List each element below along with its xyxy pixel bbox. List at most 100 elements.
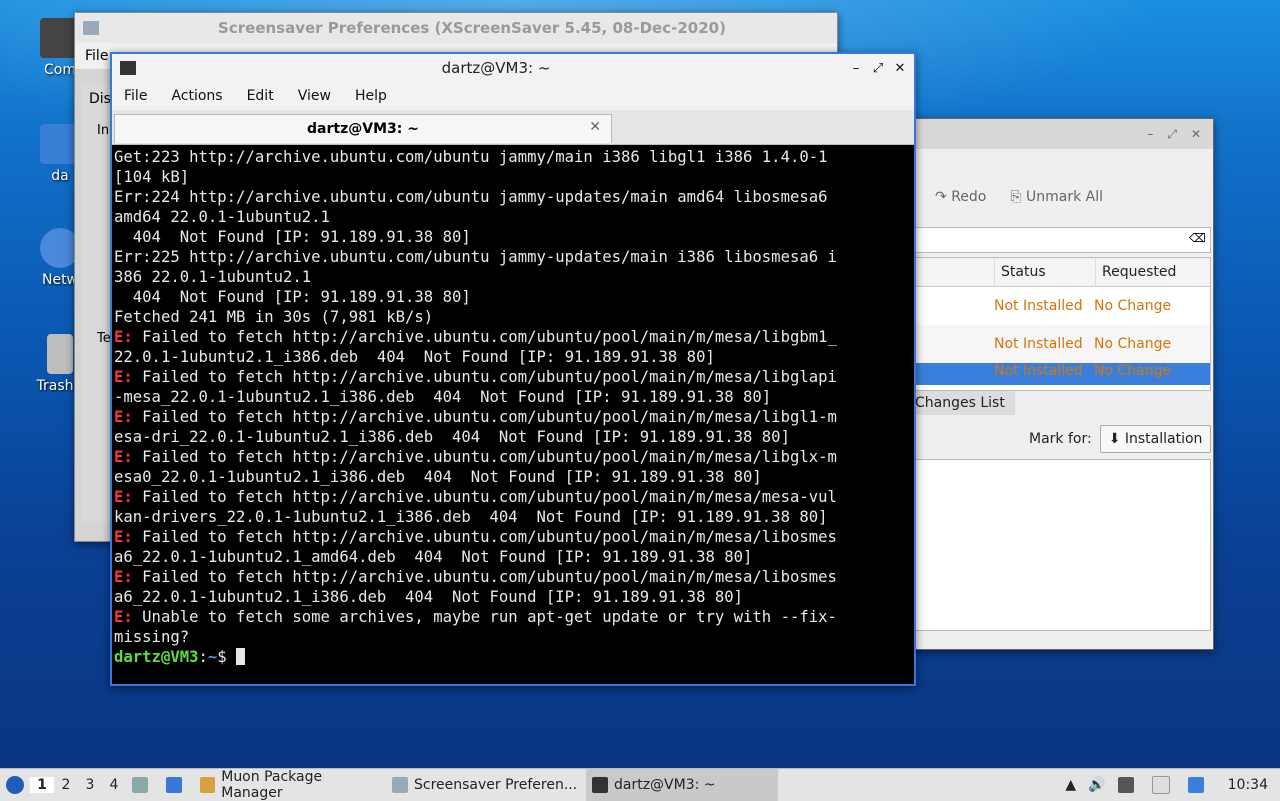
workspace-3[interactable]: 3 — [78, 777, 102, 793]
line-text: Failed to fetch http://archive.ubuntu.co… — [132, 528, 837, 546]
terminal-line: E: Failed to fetch http://archive.ubuntu… — [114, 327, 914, 347]
task-label: Screensaver Preferen... — [414, 777, 578, 793]
tray-arrow[interactable]: ▲ — [1059, 769, 1082, 801]
muon-window[interactable]: – ⤢ ✕ ↷ Redo ⎘ Unmark All ⌫ Status Reque… — [900, 118, 1214, 650]
terminal-tabbar: dartz@VM3: ~ ✕ — [112, 110, 914, 145]
close-icon[interactable]: ✕ — [892, 61, 908, 76]
terminal-tab[interactable]: dartz@VM3: ~ ✕ — [114, 114, 612, 143]
terminal-line: a6_22.0.1-1ubuntu2.1_amd64.deb 404 Not F… — [114, 547, 914, 567]
col-name[interactable] — [916, 258, 994, 286]
clipboard-tray[interactable] — [1146, 769, 1182, 801]
network-tray[interactable] — [1112, 769, 1146, 801]
terminal-line: Err:225 http://archive.ubuntu.com/ubuntu… — [114, 247, 914, 267]
search-input[interactable]: ⌫ — [915, 227, 1211, 253]
terminal-menubar: File Actions Edit View Help — [112, 82, 914, 110]
task-label: Muon Package Manager — [221, 769, 323, 801]
screensaver-titlebar[interactable]: Screensaver Preferences (XScreenSaver 5.… — [75, 13, 837, 43]
menu-actions[interactable]: Actions — [159, 88, 234, 104]
volume-button[interactable]: 🔊 — [1082, 769, 1111, 801]
close-icon[interactable]: ✕ — [1191, 127, 1201, 141]
task-label: dartz@VM3: ~ — [614, 777, 716, 793]
line-text: 386 22.0.1-1ubuntu2.1 — [114, 268, 312, 286]
muon-icon — [200, 777, 216, 793]
menu-file[interactable]: File — [85, 48, 108, 64]
terminal-line: E: Failed to fetch http://archive.ubuntu… — [114, 487, 914, 507]
terminal-line: Err:224 http://archive.ubuntu.com/ubuntu… — [114, 187, 914, 207]
tab-changes-list[interactable]: Changes List — [901, 391, 1015, 415]
row-status: Not Installed — [994, 336, 1083, 352]
screensaver-icon — [392, 777, 408, 793]
error-prefix: E: — [114, 528, 133, 546]
terminal-line: E: Failed to fetch http://archive.ubuntu… — [114, 527, 914, 547]
start-menu-button[interactable] — [0, 769, 30, 801]
muon-titlebar[interactable]: – ⤢ ✕ — [901, 119, 1213, 149]
updates-tray[interactable] — [1182, 769, 1216, 801]
tab-display[interactable]: Dis — [89, 91, 111, 107]
row-requested: No Change — [1094, 363, 1172, 379]
error-prefix: E: — [114, 368, 133, 386]
table-row-selected[interactable]: Not Installed No Change — [916, 363, 1210, 385]
clock[interactable]: 10:34 — [1216, 769, 1280, 801]
menu-edit[interactable]: Edit — [235, 88, 286, 104]
error-prefix: E: — [114, 408, 133, 426]
terminal-output[interactable]: Get:223 http://archive.ubuntu.com/ubuntu… — [112, 145, 914, 667]
menu-help[interactable]: Help — [343, 88, 399, 104]
row-status: Not Installed — [994, 298, 1083, 314]
line-text: Failed to fetch http://archive.ubuntu.co… — [132, 448, 837, 466]
task-terminal[interactable]: dartz@VM3: ~ — [586, 769, 778, 801]
screensaver-title: Screensaver Preferences (XScreenSaver 5.… — [218, 19, 726, 37]
muon-toolbar: ↷ Redo ⎘ Unmark All — [935, 189, 1103, 205]
terminal-line: esa-dri_22.0.1-1ubuntu2.1_i386.deb 404 N… — [114, 427, 914, 447]
terminal-line: 404 Not Found [IP: 91.189.91.38 80] — [114, 287, 914, 307]
desktop-icon-label: da — [51, 168, 69, 184]
prompt-user: dartz@VM3 — [114, 648, 199, 666]
col-status[interactable]: Status — [994, 258, 1095, 286]
prompt-dir: ~ — [207, 648, 218, 666]
line-text: esa0_22.0.1-1ubuntu2.1_i386.deb 404 Not … — [114, 468, 762, 486]
redo-icon: ↷ — [935, 189, 947, 205]
terminal-app-icon — [120, 61, 136, 75]
line-text: kan-drivers_22.0.1-1ubuntu2.1_i386.deb 4… — [114, 508, 828, 526]
terminal-window[interactable]: dartz@VM3: ~ – ⤢ ✕ File Actions Edit Vie… — [110, 52, 916, 686]
workspace-4[interactable]: 4 — [102, 777, 126, 793]
mark-for-value: Installation — [1124, 431, 1203, 447]
terminal-line: E: Failed to fetch http://archive.ubuntu… — [114, 367, 914, 387]
col-requested[interactable]: Requested — [1095, 258, 1202, 286]
network-icon — [1117, 777, 1134, 793]
terminal-line: missing? — [114, 627, 914, 647]
unmark-all-button[interactable]: ⎘ Unmark All — [1010, 189, 1103, 205]
task-screensaver[interactable]: Screensaver Preferen... — [386, 769, 586, 801]
launcher-button[interactable] — [160, 769, 194, 801]
shell-prompt[interactable]: dartz@VM3:~$ — [114, 647, 914, 667]
line-text: Err:224 http://archive.ubuntu.com/ubuntu… — [114, 188, 828, 206]
line-text: Failed to fetch http://archive.ubuntu.co… — [132, 328, 837, 346]
redo-button[interactable]: ↷ Redo — [935, 189, 986, 205]
desktop-icon-label: Com — [44, 62, 76, 78]
mark-for-button[interactable]: ⬇ Installation — [1099, 425, 1212, 453]
line-text: [104 kB] — [114, 168, 190, 186]
menu-file[interactable]: File — [112, 88, 159, 104]
taskbar: 1 2 3 4 Muon Package Manager Screensaver… — [0, 768, 1280, 801]
line-text: Failed to fetch http://archive.ubuntu.co… — [132, 408, 837, 426]
minimize-icon[interactable]: – — [848, 61, 864, 76]
package-table[interactable]: Status Requested Not Installed No Change… — [915, 257, 1211, 391]
terminal-line: [104 kB] — [114, 167, 914, 187]
maximize-icon[interactable]: ⤢ — [870, 61, 886, 76]
up-arrow-icon: ▲ — [1065, 777, 1077, 793]
workspace-1[interactable]: 1 — [30, 777, 54, 793]
table-row[interactable]: Not Installed No Change — [916, 325, 1210, 363]
task-muon[interactable]: Muon Package Manager — [194, 769, 386, 801]
line-text: Err:225 http://archive.ubuntu.com/ubuntu… — [114, 248, 837, 266]
maximize-icon[interactable]: ⤢ — [1167, 127, 1177, 142]
minimize-icon[interactable]: – — [1147, 127, 1153, 141]
close-tab-icon[interactable]: ✕ — [589, 119, 601, 135]
clear-search-icon[interactable]: ⌫ — [1189, 231, 1206, 245]
table-row[interactable]: Not Installed No Change — [916, 287, 1210, 325]
show-desktop-button[interactable] — [126, 769, 160, 801]
file-manager-icon — [132, 777, 148, 793]
terminal-titlebar[interactable]: dartz@VM3: ~ – ⤢ ✕ — [112, 54, 914, 82]
line-text: a6_22.0.1-1ubuntu2.1_i386.deb 404 Not Fo… — [114, 588, 744, 606]
menu-view[interactable]: View — [286, 88, 343, 104]
line-text: Failed to fetch http://archive.ubuntu.co… — [132, 368, 837, 386]
workspace-2[interactable]: 2 — [54, 777, 78, 793]
